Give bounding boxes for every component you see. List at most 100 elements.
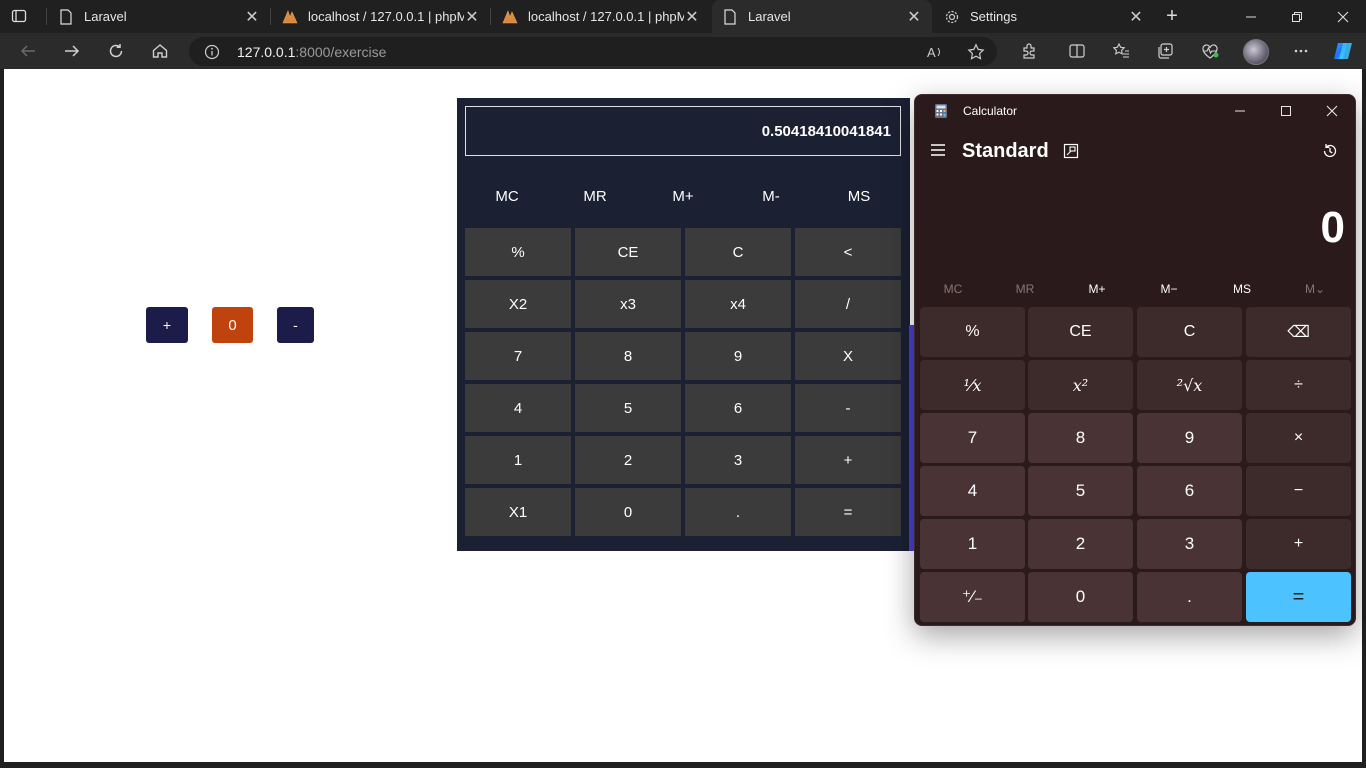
browser-essentials-icon[interactable] xyxy=(1196,37,1224,65)
clear-key[interactable]: C xyxy=(1137,307,1242,357)
multiply-key[interactable]: X xyxy=(795,332,901,380)
digit-key-1[interactable]: 1 xyxy=(920,519,1025,569)
more-options-icon[interactable] xyxy=(1287,37,1315,65)
extensions-icon[interactable] xyxy=(1015,37,1043,65)
copilot-icon[interactable] xyxy=(1329,37,1357,65)
close-icon[interactable]: ✕ xyxy=(1128,9,1144,26)
split-screen-icon[interactable] xyxy=(1063,37,1091,65)
memory-store-button[interactable]: MS xyxy=(1206,277,1278,301)
keep-on-top-icon[interactable] xyxy=(1061,141,1081,161)
divide-key[interactable]: / xyxy=(795,280,901,328)
digit-key-9[interactable]: 9 xyxy=(685,332,791,380)
digit-key-2[interactable]: 2 xyxy=(575,436,681,484)
collections-icon[interactable] xyxy=(1151,37,1179,65)
decimal-key[interactable]: . xyxy=(1137,572,1242,622)
digit-key-4[interactable]: 4 xyxy=(465,384,571,432)
favorites-icon[interactable] xyxy=(1107,37,1135,65)
url-text[interactable]: 127.0.0.1:8000/exercise xyxy=(237,44,386,60)
memory-recall-button[interactable]: MR xyxy=(551,176,639,216)
digit-key-0[interactable]: 0 xyxy=(575,488,681,536)
digit-key-4[interactable]: 4 xyxy=(920,466,1025,516)
subtract-key[interactable]: − xyxy=(1246,466,1351,516)
close-icon[interactable]: ✕ xyxy=(684,9,700,26)
tab-laravel-1[interactable]: Laravel ✕ xyxy=(48,0,270,33)
close-icon[interactable]: ✕ xyxy=(906,9,922,26)
home-icon[interactable] xyxy=(146,37,174,65)
digit-key-3[interactable]: 3 xyxy=(1137,519,1242,569)
add-key[interactable]: + xyxy=(795,436,901,484)
square-key[interactable]: x² xyxy=(1028,360,1133,410)
reciprocal-key[interactable]: ¹⁄x xyxy=(920,360,1025,410)
decimal-key[interactable]: . xyxy=(685,488,791,536)
minimize-icon[interactable] xyxy=(1217,95,1263,127)
profile-avatar[interactable] xyxy=(1243,39,1269,65)
digit-key-1[interactable]: 1 xyxy=(465,436,571,484)
tab-laravel-active[interactable]: Laravel ✕ xyxy=(712,0,932,33)
close-icon[interactable]: ✕ xyxy=(244,9,260,26)
memory-clear-button[interactable]: MC xyxy=(463,176,551,216)
backspace-key[interactable]: < xyxy=(795,228,901,276)
square-root-key[interactable]: ²√x xyxy=(1137,360,1242,410)
cube-key[interactable]: x3 xyxy=(575,280,681,328)
divide-key[interactable]: ÷ xyxy=(1246,360,1351,410)
forward-arrow-icon[interactable] xyxy=(58,37,86,65)
negate-key[interactable]: ⁺⁄₋ xyxy=(920,572,1025,622)
clear-entry-key[interactable]: CE xyxy=(575,228,681,276)
memory-subtract-button[interactable]: M− xyxy=(1133,277,1205,301)
increment-button[interactable]: + xyxy=(146,307,188,343)
square-key[interactable]: X2 xyxy=(465,280,571,328)
digit-key-6[interactable]: 6 xyxy=(685,384,791,432)
memory-add-button[interactable]: M+ xyxy=(1061,277,1133,301)
digit-key-5[interactable]: 5 xyxy=(575,384,681,432)
digit-key-2[interactable]: 2 xyxy=(1028,519,1133,569)
memory-add-button[interactable]: M+ xyxy=(639,176,727,216)
minimize-icon[interactable] xyxy=(1228,0,1274,33)
tab-phpmyadmin-1[interactable]: localhost / 127.0.0.1 | phpMyA ✕ xyxy=(272,0,490,33)
digit-key-7[interactable]: 7 xyxy=(920,413,1025,463)
memory-clear-button[interactable]: MC xyxy=(917,277,989,301)
new-tab-button[interactable]: + xyxy=(1160,5,1184,27)
calculator-titlebar[interactable]: Calculator xyxy=(915,95,1355,127)
memory-store-button[interactable]: MS xyxy=(815,176,903,216)
tab-phpmyadmin-2[interactable]: localhost / 127.0.0.1 | phpMyA ✕ xyxy=(492,0,710,33)
digit-key-0[interactable]: 0 xyxy=(1028,572,1133,622)
refresh-icon[interactable] xyxy=(102,37,130,65)
decrement-button[interactable]: - xyxy=(277,307,314,343)
maximize-icon[interactable] xyxy=(1263,95,1309,127)
equals-key[interactable]: = xyxy=(795,488,901,536)
restore-icon[interactable] xyxy=(1274,0,1320,33)
add-key[interactable]: + xyxy=(1246,519,1351,569)
digit-key-5[interactable]: 5 xyxy=(1028,466,1133,516)
favorite-star-icon[interactable] xyxy=(966,42,986,62)
digit-key-7[interactable]: 7 xyxy=(465,332,571,380)
digit-key-9[interactable]: 9 xyxy=(1137,413,1242,463)
address-bar[interactable]: 127.0.0.1:8000/exercise A xyxy=(189,37,997,66)
backspace-key[interactable]: ⌫ xyxy=(1246,307,1351,357)
memory-list-button[interactable]: M⌄ xyxy=(1279,277,1351,301)
digit-key-8[interactable]: 8 xyxy=(1028,413,1133,463)
hamburger-menu-icon[interactable] xyxy=(927,139,949,161)
close-icon[interactable] xyxy=(1309,95,1355,127)
power-four-key[interactable]: x4 xyxy=(685,280,791,328)
back-arrow-icon[interactable] xyxy=(14,37,42,65)
tab-actions-icon[interactable] xyxy=(8,6,30,26)
power-one-key[interactable]: X1 xyxy=(465,488,571,536)
history-icon[interactable] xyxy=(1319,140,1341,162)
memory-recall-button[interactable]: MR xyxy=(989,277,1061,301)
info-icon[interactable] xyxy=(203,43,221,61)
tab-settings[interactable]: Settings ✕ xyxy=(934,0,1154,33)
multiply-key[interactable]: × xyxy=(1246,413,1351,463)
digit-key-6[interactable]: 6 xyxy=(1137,466,1242,516)
digit-key-8[interactable]: 8 xyxy=(575,332,681,380)
memory-subtract-button[interactable]: M- xyxy=(727,176,815,216)
clear-entry-key[interactable]: CE xyxy=(1028,307,1133,357)
subtract-key[interactable]: - xyxy=(795,384,901,432)
clear-key[interactable]: C xyxy=(685,228,791,276)
percent-key[interactable]: % xyxy=(920,307,1025,357)
close-icon[interactable]: ✕ xyxy=(464,9,480,26)
close-window-icon[interactable] xyxy=(1320,0,1366,33)
equals-key[interactable]: = xyxy=(1246,572,1351,622)
digit-key-3[interactable]: 3 xyxy=(685,436,791,484)
percent-key[interactable]: % xyxy=(465,228,571,276)
read-aloud-icon[interactable]: A xyxy=(925,42,945,62)
